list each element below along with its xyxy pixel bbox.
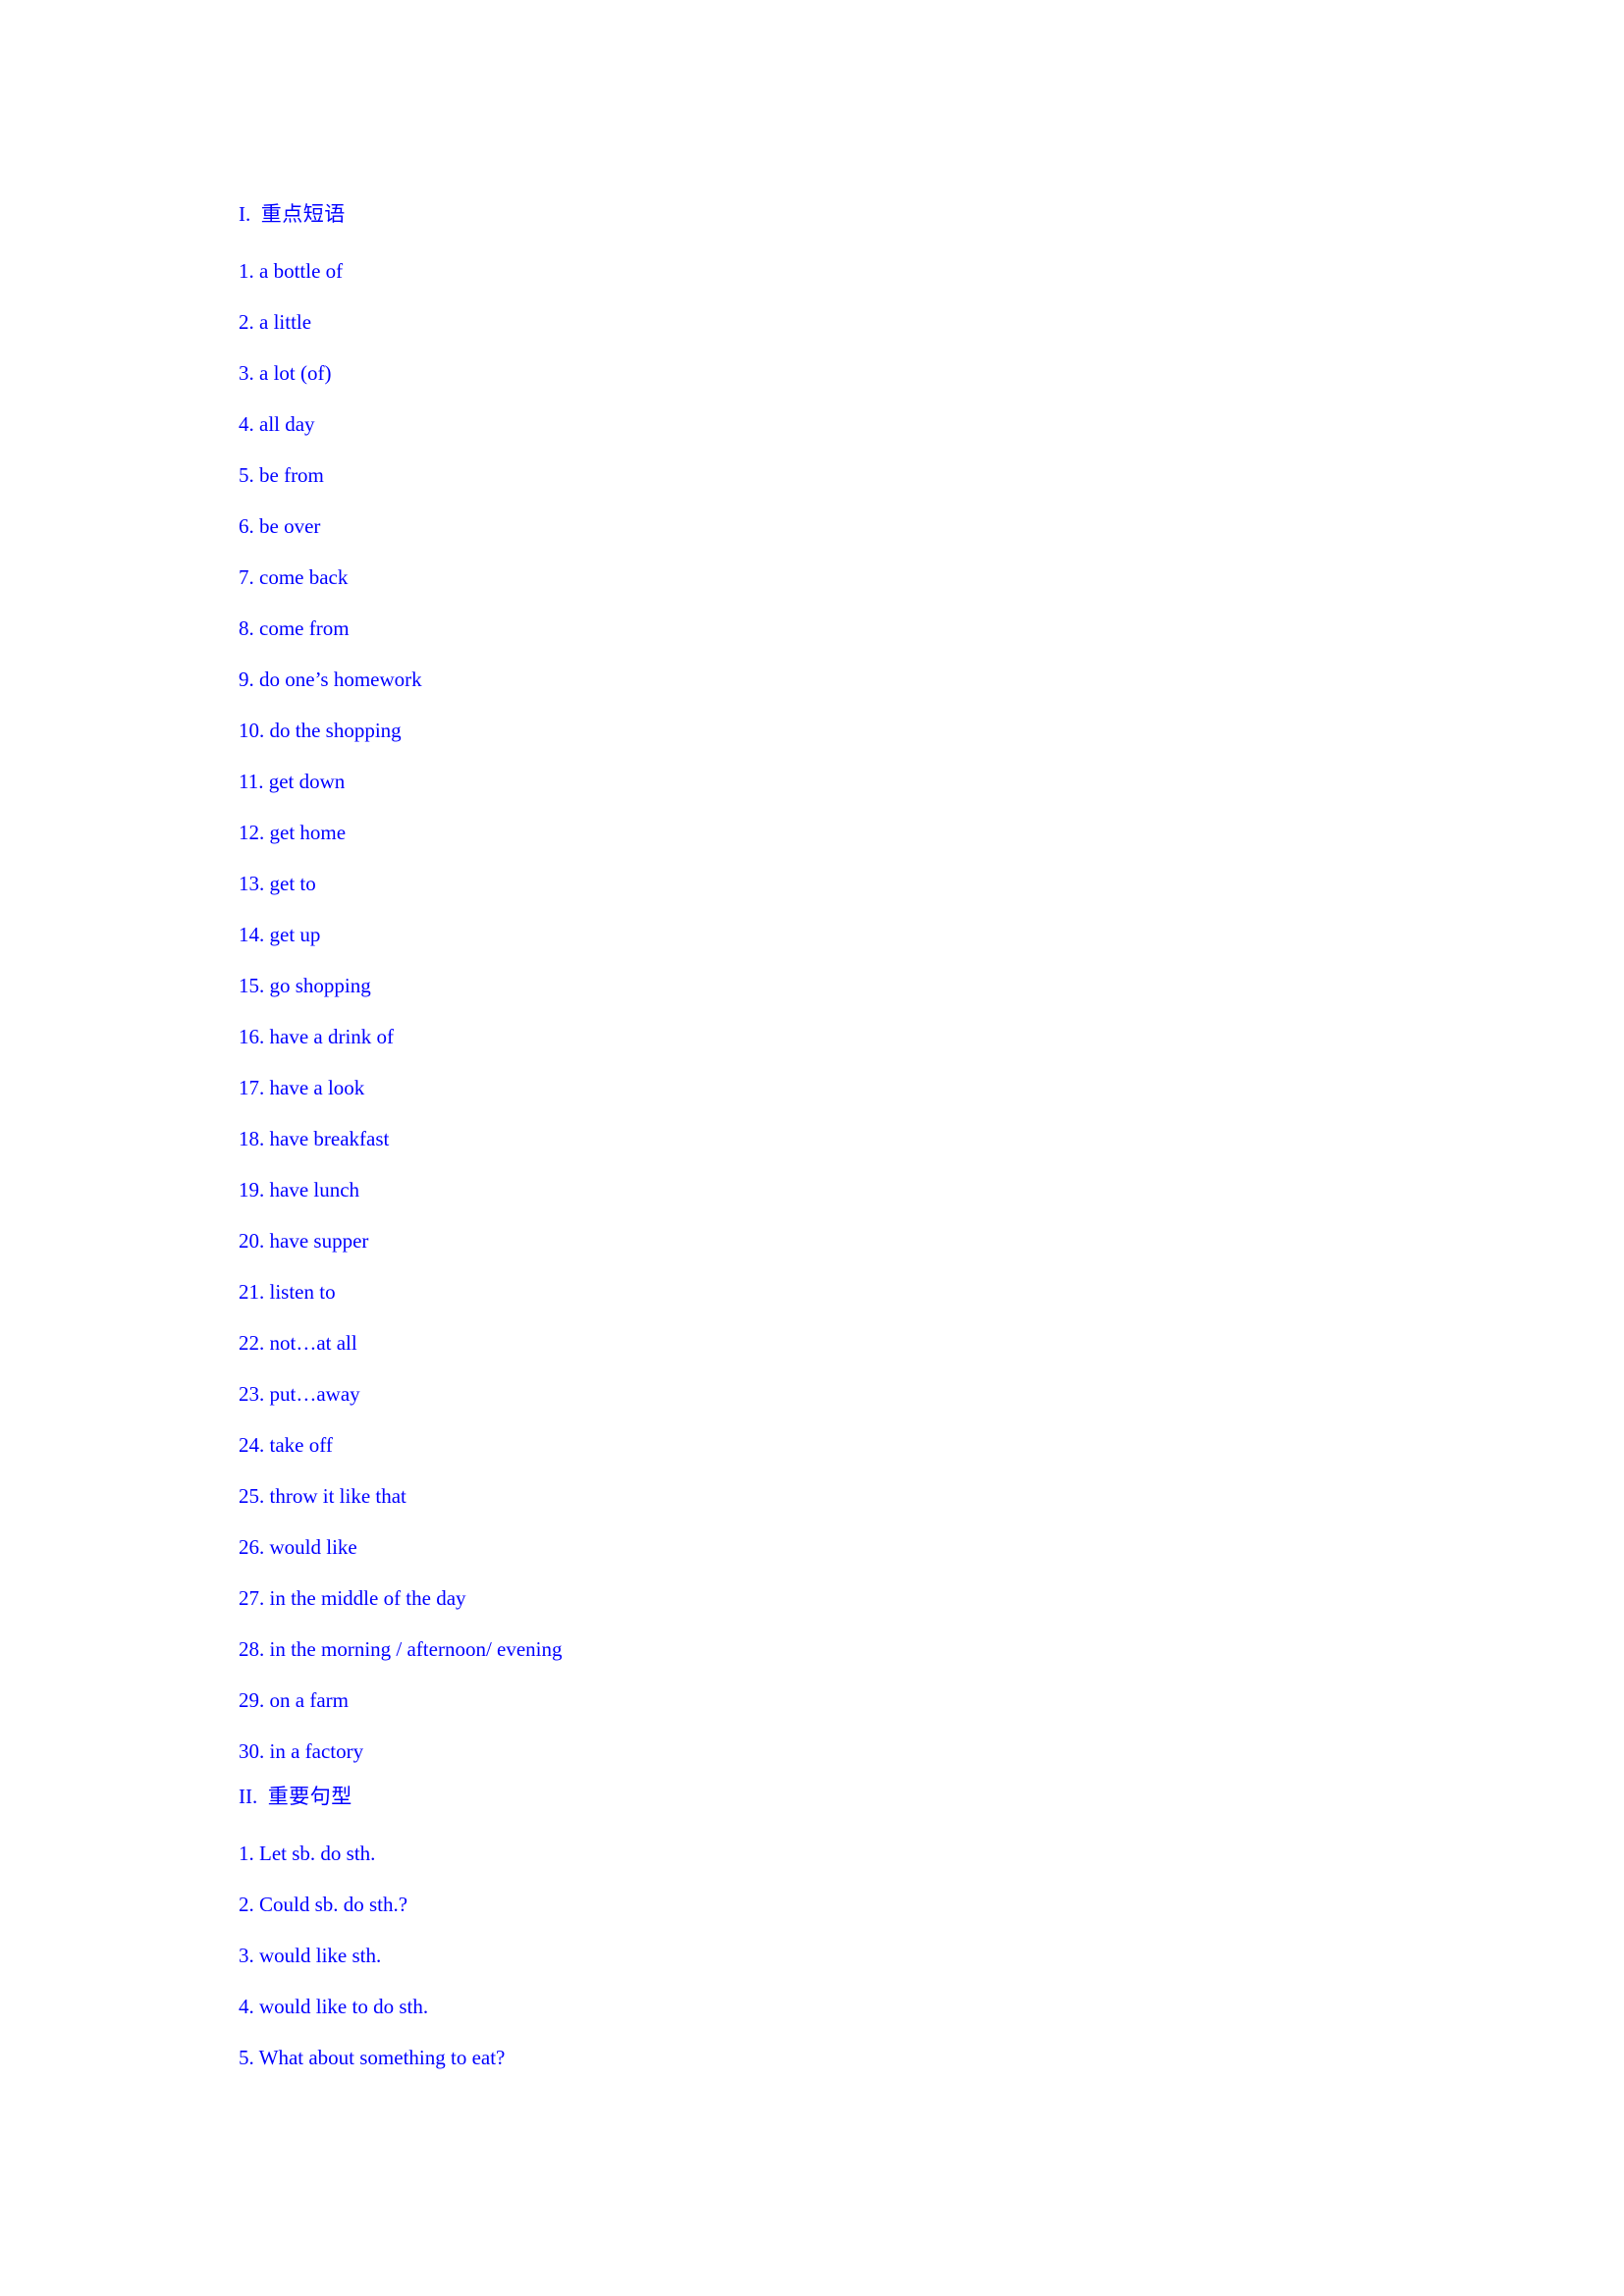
- list-item: 24. take off: [239, 1433, 333, 1457]
- list-item: 27. in the middle of the day: [239, 1586, 466, 1610]
- list-item: 6. be over: [239, 514, 321, 538]
- list-item: 3. would like sth.: [239, 1944, 382, 1967]
- document-page: I. 重点短语 1. a bottle of 2. a little 3. a lot…: [0, 0, 1624, 2296]
- list-item: 18. have breakfast: [239, 1127, 390, 1150]
- list-item: 4. would like to do sth.: [239, 1995, 429, 2018]
- list-item: 15. go shopping: [239, 974, 371, 997]
- list-item: 22. not…at all: [239, 1331, 357, 1355]
- list-item: 16. have a drink of: [239, 1025, 395, 1048]
- list-item: 11. get down: [239, 770, 346, 793]
- section-numeral: II.: [239, 1785, 258, 1808]
- list-item: 19. have lunch: [239, 1178, 360, 1201]
- section-heading-gap: [257, 1785, 268, 1808]
- list-item: 20. have supper: [239, 1229, 369, 1253]
- list-item: 8. come from: [239, 616, 350, 640]
- list-item: 9. do one’s homework: [239, 667, 422, 691]
- list-item: 2. a little: [239, 310, 312, 334]
- list-item: 29. on a farm: [239, 1688, 349, 1712]
- list-item: 5. be from: [239, 463, 324, 487]
- list-item: 25. throw it like that: [239, 1484, 406, 1508]
- list-item: 21. listen to: [239, 1280, 336, 1304]
- list-item: 7. come back: [239, 565, 349, 589]
- list-item: 17. have a look: [239, 1076, 365, 1099]
- list-item: 14. get up: [239, 923, 321, 946]
- list-item: 3. a lot (of): [239, 361, 332, 385]
- section-block: II. 重要句型 1. Let sb. do sth. 2. Could sb. d…: [239, 1775, 1506, 2083]
- section-title: 重点短语: [260, 202, 346, 226]
- list-item: 1. a bottle of: [239, 259, 344, 283]
- section-block: I. 重点短语 1. a bottle of 2. a little 3. a lot…: [239, 192, 1506, 1777]
- list-item: 30. in a factory: [239, 1739, 364, 1763]
- section-heading-gap: [250, 202, 261, 226]
- list-item: 12. get home: [239, 821, 347, 844]
- list-item: 28. in the morning / afternoon/ evening: [239, 1637, 563, 1661]
- list-item: 2. Could sb. do sth.?: [239, 1893, 408, 1916]
- list-item: 26. would like: [239, 1535, 357, 1559]
- list-item: 5. What about something to eat?: [239, 2046, 506, 2069]
- list-item: 23. put…away: [239, 1382, 360, 1406]
- section-heading: I. 重点短语: [239, 192, 1506, 236]
- list-item: 10. do the shopping: [239, 719, 402, 742]
- document-body: I. 重点短语 1. a bottle of 2. a little 3. a lot…: [239, 192, 1506, 2083]
- list-item: 13. get to: [239, 872, 316, 895]
- section-title: 重要句型: [267, 1785, 352, 1808]
- list-item: 1. Let sb. do sth.: [239, 1842, 376, 1865]
- section-heading: II. 重要句型: [239, 1775, 1506, 1818]
- section-numeral: I.: [239, 202, 251, 226]
- list-item: 4. all day: [239, 412, 315, 436]
